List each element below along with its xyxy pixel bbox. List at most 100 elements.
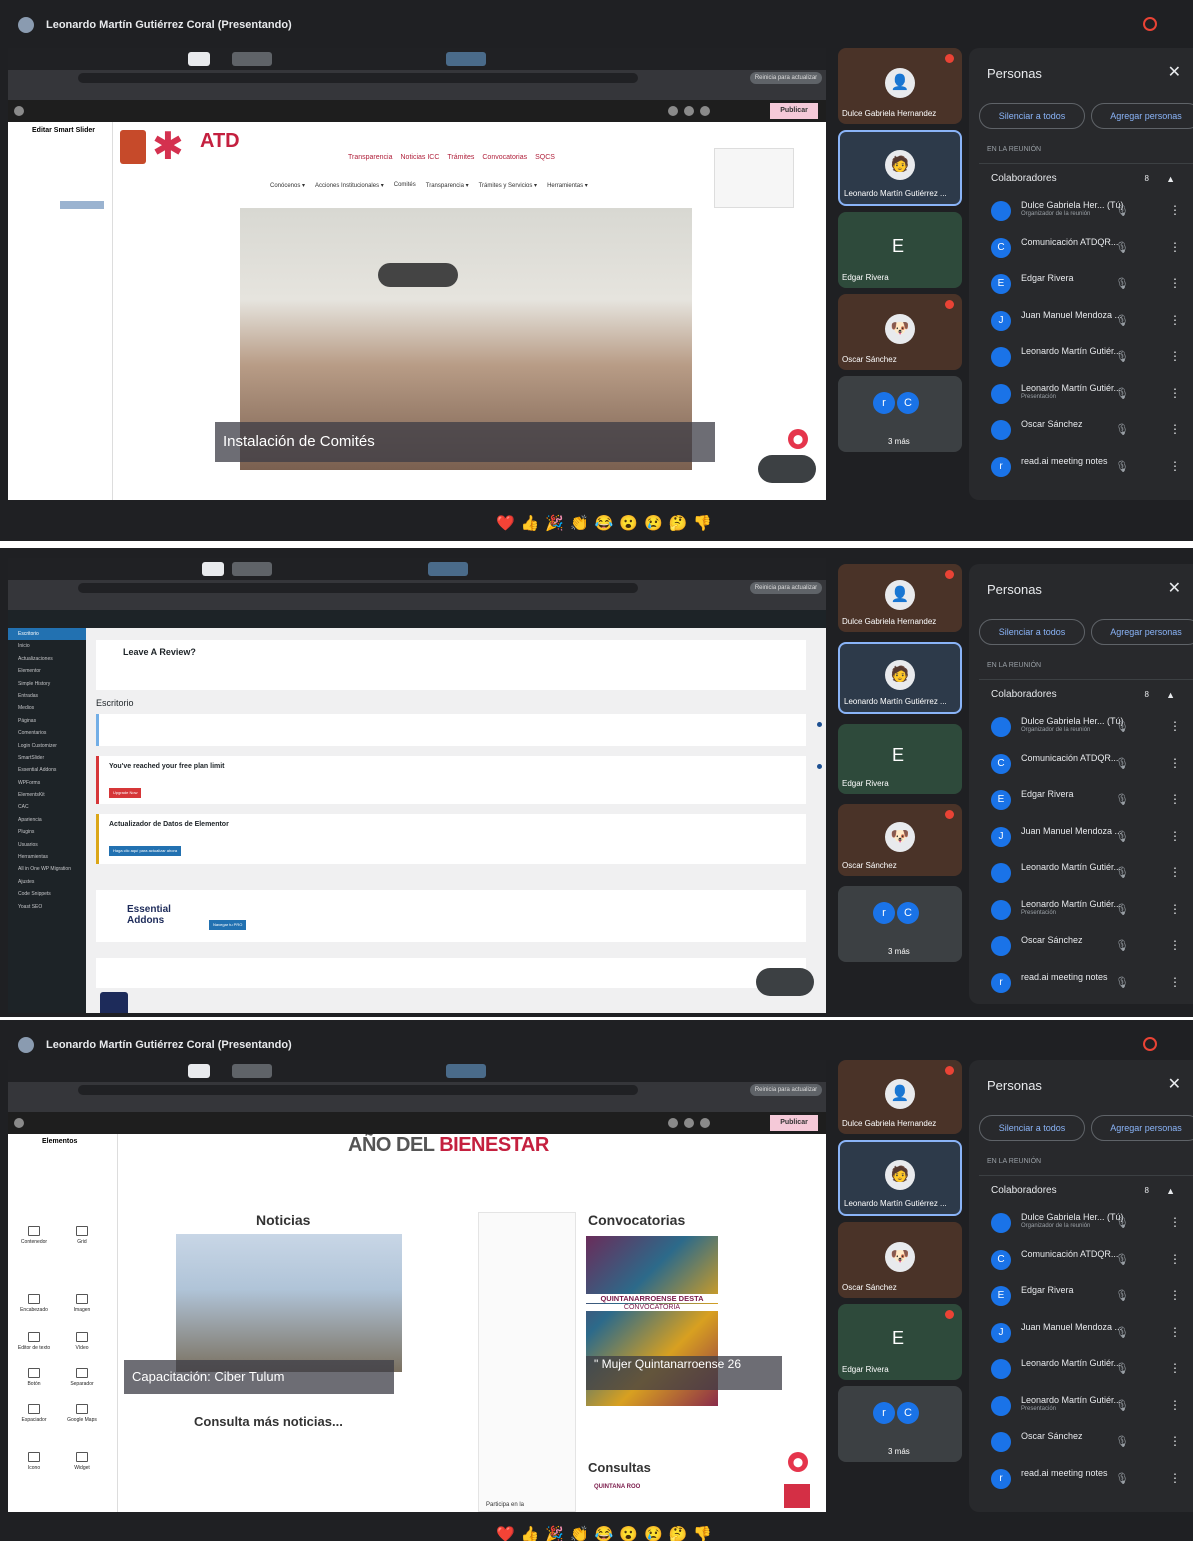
more-options-icon[interactable]: ⋮: [1169, 1398, 1181, 1412]
tile-more[interactable]: rC3 más: [838, 886, 962, 962]
participant-row[interactable]: Dulce Gabriela Her... (Tú) Organizador de…: [979, 1205, 1193, 1242]
more-options-icon[interactable]: ⋮: [1169, 203, 1181, 217]
participant-row[interactable]: Oscar Sánchez 🎙 ⋮: [979, 928, 1193, 965]
reactions-bar[interactable]: ❤️👍🎉👏😂😮😢🤔👎: [496, 1525, 718, 1541]
undo-icon[interactable]: [668, 1118, 678, 1128]
sidebar-item-medios[interactable]: Medios: [8, 702, 86, 714]
wp-logo-icon[interactable]: [14, 1118, 24, 1128]
sidebar-item-paginas[interactable]: Páginas: [8, 715, 86, 727]
mic-off-icon[interactable]: 🎙: [1115, 1289, 1129, 1302]
mic-off-icon[interactable]: 🎙: [1115, 757, 1129, 770]
mic-off-icon[interactable]: 🎙: [1115, 830, 1129, 843]
sidebar-item-yoast[interactable]: Yoast SEO: [8, 901, 86, 913]
sidebar-item-herramientas[interactable]: Herramientas: [8, 851, 86, 863]
sidebar-item-migration[interactable]: All in One WP Migration: [8, 863, 86, 875]
widget-separador[interactable]: Separador: [64, 1368, 100, 1387]
sidebar-item-essential-addons[interactable]: Essential Addons: [8, 764, 86, 776]
widget-boton[interactable]: Botón: [16, 1368, 52, 1387]
participant-row[interactable]: Dulce Gabriela Her... (Tú) Organizador de…: [979, 193, 1193, 230]
more-options-icon[interactable]: ⋮: [1169, 422, 1181, 436]
slide-controls[interactable]: [378, 263, 458, 287]
mic-off-icon[interactable]: 🎙: [1115, 1326, 1129, 1339]
more-options-icon[interactable]: ⋮: [1169, 865, 1181, 879]
address-bar[interactable]: Reinicia para actualizar: [8, 580, 826, 596]
more-options-icon[interactable]: ⋮: [1169, 1361, 1181, 1375]
widget-google-maps[interactable]: Google Maps: [64, 1404, 100, 1423]
participant-row[interactable]: E Edgar Rivera 🎙 ⋮: [979, 266, 1193, 303]
menu-comites[interactable]: Comités: [394, 182, 416, 189]
tile-edgar[interactable]: E Edgar Rivera: [838, 212, 962, 288]
tile-oscar[interactable]: 🐶 Oscar Sánchez: [838, 1222, 962, 1298]
tile-edgar[interactable]: E Edgar Rivera: [838, 724, 962, 794]
address-bar[interactable]: Reinicia para actualizar: [8, 1082, 826, 1098]
tile-oscar[interactable]: 🐶 Oscar Sánchez: [838, 804, 962, 876]
more-options-icon[interactable]: ⋮: [1169, 386, 1181, 400]
participant-row[interactable]: Leonardo Martín Gutiér... Presentación 🎙 ⋮: [979, 1388, 1193, 1425]
more-options-icon[interactable]: ⋮: [1169, 1471, 1181, 1485]
wp-logo-icon[interactable]: [14, 106, 24, 116]
sidebar-item-ajustes[interactable]: Ajustes: [8, 876, 86, 888]
sidebar-item-login-customizer[interactable]: Login Customizer: [8, 740, 86, 752]
zoom-controls[interactable]: [758, 455, 816, 483]
tab-strip[interactable]: [8, 1060, 826, 1082]
widget-imagen[interactable]: Imagen: [64, 1294, 100, 1313]
close-icon[interactable]: ✕: [1168, 1074, 1181, 1094]
mic-off-icon[interactable]: 🎙: [1115, 1253, 1129, 1266]
participant-row[interactable]: C Comunicación ATDQR... 🎙 ⋮: [979, 746, 1193, 783]
sidebar-item-elementor[interactable]: Elementor: [8, 665, 86, 677]
widget-grid[interactable]: Grid: [64, 1226, 100, 1245]
mic-off-icon[interactable]: 🎙: [1115, 1435, 1129, 1448]
search-icon[interactable]: [684, 1118, 694, 1128]
tile-dulce[interactable]: 👤 Dulce Gabriela Hernandez: [838, 48, 962, 124]
settings-icon[interactable]: [700, 106, 710, 116]
sidebar-item-wpforms[interactable]: WPForms: [8, 777, 86, 789]
search-icon[interactable]: [684, 106, 694, 116]
bookmarks-bar[interactable]: [8, 596, 826, 610]
add-people-button[interactable]: Agregar personas: [1091, 1115, 1193, 1141]
pro-button[interactable]: Navegar tu PRO: [209, 920, 247, 930]
participant-row[interactable]: C Comunicación ATDQR... 🎙 ⋮: [979, 1242, 1193, 1279]
publish-button[interactable]: Publicar: [770, 103, 818, 119]
mic-off-icon[interactable]: 🎙: [1115, 903, 1129, 916]
update-database-button[interactable]: Haga clic aquí para actualizar ahora: [109, 846, 182, 856]
more-options-icon[interactable]: ⋮: [1169, 313, 1181, 327]
widget-video[interactable]: Vídeo: [64, 1332, 100, 1351]
nav-tramites[interactable]: Trámites: [447, 154, 474, 161]
red-action-button[interactable]: ⬤: [788, 429, 808, 449]
sidebar-item-elementskit[interactable]: ElementsKit: [8, 789, 86, 801]
tab-strip[interactable]: [8, 558, 826, 580]
tile-dulce[interactable]: 👤 Dulce Gabriela Hernandez: [838, 1060, 962, 1134]
mic-off-icon[interactable]: 🎙: [1115, 423, 1129, 436]
collaborators-group[interactable]: Colaboradores 8 ▲: [979, 1175, 1193, 1205]
mic-off-icon[interactable]: 🎙: [1115, 866, 1129, 879]
more-news-link[interactable]: Consulta más noticias...: [194, 1414, 343, 1429]
undo-icon[interactable]: [668, 106, 678, 116]
menu-transparencia[interactable]: Transparencia ▾: [426, 182, 469, 189]
menu-herramientas[interactable]: Herramientas ▾: [547, 182, 588, 189]
tile-more[interactable]: rC3 más: [838, 376, 962, 452]
settings-icon[interactable]: [700, 1118, 710, 1128]
collaborators-group[interactable]: Colaboradores 8 ▲: [979, 679, 1193, 709]
sidebar-item-code-snippets[interactable]: Code Snippets: [8, 888, 86, 900]
widget-espaciador[interactable]: Espaciador: [16, 1404, 52, 1423]
participant-row[interactable]: r read.ai meeting notes 🎙 ⋮: [979, 449, 1193, 486]
widget-widget[interactable]: Widget: [64, 1452, 100, 1471]
tab-strip[interactable]: [8, 48, 826, 70]
participant-row[interactable]: Leonardo Martín Gutiér... 🎙 ⋮: [979, 1351, 1193, 1388]
participant-row[interactable]: Oscar Sánchez 🎙 ⋮: [979, 412, 1193, 449]
mic-off-icon[interactable]: 🎙: [1115, 1216, 1129, 1229]
participant-row[interactable]: Oscar Sánchez 🎙 ⋮: [979, 1424, 1193, 1461]
more-options-icon[interactable]: ⋮: [1169, 792, 1181, 806]
nav-noticias[interactable]: Noticias ICC: [401, 154, 440, 161]
tile-oscar[interactable]: 🐶 Oscar Sánchez: [838, 294, 962, 370]
menu-conocenos[interactable]: Conócenos ▾: [270, 182, 305, 189]
mic-off-icon[interactable]: 🎙: [1115, 1472, 1129, 1485]
red-square[interactable]: [784, 1484, 810, 1508]
more-options-icon[interactable]: ⋮: [1169, 902, 1181, 916]
sidebar-item-apariencia[interactable]: Apariencia: [8, 814, 86, 826]
more-options-icon[interactable]: ⋮: [1169, 459, 1181, 473]
mic-off-icon[interactable]: 🎙: [1115, 204, 1129, 217]
participant-row[interactable]: Leonardo Martín Gutiér... Presentación 🎙 ⋮: [979, 892, 1193, 929]
mic-off-icon[interactable]: 🎙: [1115, 1399, 1129, 1412]
add-people-button[interactable]: Agregar personas: [1091, 619, 1193, 645]
